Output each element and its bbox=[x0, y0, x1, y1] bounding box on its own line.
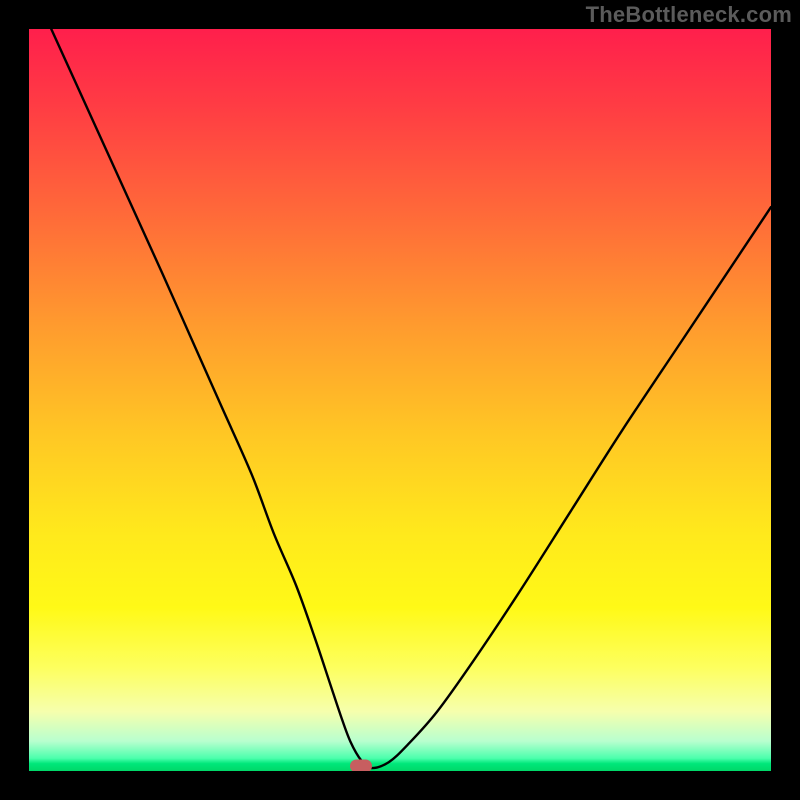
watermark-text: TheBottleneck.com bbox=[586, 2, 792, 28]
plot-area bbox=[29, 29, 771, 771]
curve-svg bbox=[29, 29, 771, 771]
minimum-marker bbox=[350, 759, 372, 771]
chart-frame: TheBottleneck.com bbox=[0, 0, 800, 800]
bottleneck-curve bbox=[51, 29, 771, 768]
